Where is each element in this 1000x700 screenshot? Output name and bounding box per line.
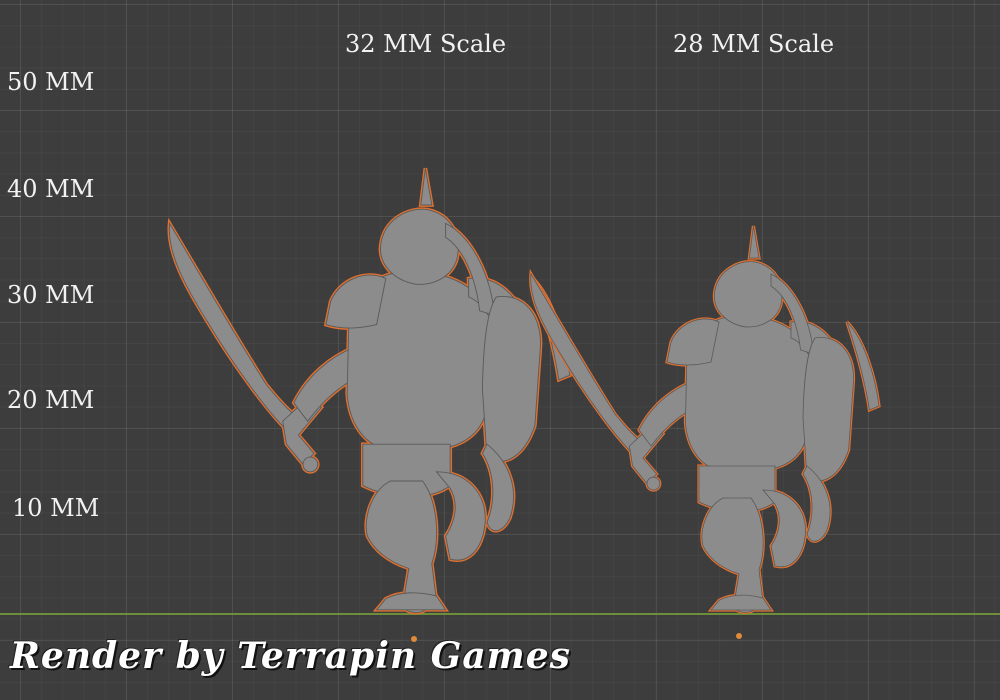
render-credit: Render by Terrapin Games	[10, 635, 571, 677]
viewport-render	[167, 166, 881, 615]
model-32mm	[167, 166, 572, 615]
model-28mm	[529, 224, 881, 614]
origin-marker-28mm	[736, 633, 742, 639]
